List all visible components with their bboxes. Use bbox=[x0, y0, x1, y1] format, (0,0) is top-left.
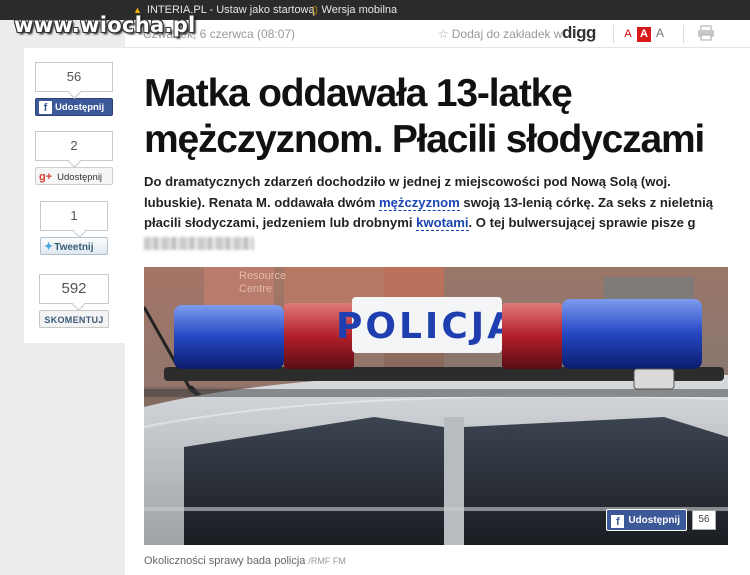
caption-text: Okoliczności sprawy bada policja bbox=[144, 555, 306, 567]
share-sidebar: 56 f Udostępnij 2 g+ Udostępnij 1 ✦Tweetni… bbox=[24, 48, 125, 343]
font-size-medium-button[interactable]: A bbox=[637, 27, 651, 42]
bookmark-label: Dodaj do zakładek w bbox=[451, 27, 563, 41]
google-share-count: 2 bbox=[35, 131, 113, 161]
comment-count: 592 bbox=[39, 274, 109, 304]
article-photo: Resource Centre POLICJA f Udostępnij 56 bbox=[144, 267, 728, 545]
facebook-share: 56 f Udostępnij bbox=[35, 62, 113, 116]
watermark: www.wiocha.pl bbox=[14, 13, 196, 37]
google-plus-share-button[interactable]: g+ Udostępnij bbox=[35, 167, 113, 185]
facebook-icon: f bbox=[39, 101, 52, 114]
police-sign-text: POLICJA bbox=[336, 306, 518, 347]
twitter-share: 1 ✦Tweetnij bbox=[40, 201, 108, 255]
mobile-version-link[interactable]: ▯ Wersja mobilna bbox=[312, 0, 397, 21]
phone-icon: ▯ bbox=[312, 5, 318, 16]
bookmark-link[interactable]: ☆ Dodaj do zakładek w bbox=[438, 27, 563, 41]
google-share-label: Udostępnij bbox=[57, 172, 103, 183]
photo-share-widget: f Udostępnij 56 bbox=[606, 508, 716, 532]
star-icon: ☆ bbox=[438, 27, 449, 41]
print-icon[interactable] bbox=[697, 25, 715, 41]
facebook-share-count: 56 bbox=[35, 62, 113, 92]
facebook-share-button[interactable]: f Udostępnij bbox=[35, 98, 113, 116]
digg-logo-text: digg bbox=[562, 23, 596, 42]
photo-caption: Okoliczności sprawy bada policja/RMF FM bbox=[144, 555, 346, 567]
photo-facebook-share-button[interactable]: f Udostępnij bbox=[606, 509, 687, 531]
google-plus-icon: g+ bbox=[39, 171, 53, 183]
article: Matka oddawała 13-latkę mężczyznom. Płac… bbox=[125, 48, 750, 575]
blurred-source-text bbox=[144, 236, 254, 250]
mobile-version-label[interactable]: Wersja mobilna bbox=[322, 4, 398, 16]
comment-button[interactable]: SKOMENTUJ bbox=[39, 310, 109, 328]
keyword-link-men[interactable]: mężczyznom bbox=[379, 194, 460, 211]
comments-share: 592 SKOMENTUJ bbox=[39, 274, 109, 328]
photo-background-sign-text: Centre bbox=[239, 283, 272, 295]
lead-text-3: . O tej bulwersującej sprawie pisze g bbox=[468, 215, 696, 230]
facebook-share-label: Udostępnij bbox=[55, 102, 105, 113]
digg-logo[interactable]: digg bbox=[562, 23, 596, 43]
font-size-large-button[interactable]: A bbox=[653, 26, 667, 41]
facebook-icon: f bbox=[611, 515, 625, 528]
article-meta-bar: Czwartek, 6 czerwca (08:07) ☆ Dodaj do za… bbox=[125, 20, 750, 48]
twitter-bird-icon: ✦ bbox=[44, 241, 54, 253]
tweet-button[interactable]: ✦Tweetnij bbox=[40, 237, 108, 255]
font-size-small-button[interactable]: A bbox=[621, 27, 635, 42]
twitter-share-count: 1 bbox=[40, 201, 108, 231]
divider bbox=[613, 25, 614, 43]
page: ▲ INTERIA.PL - Ustaw jako startową ▯ Wersj… bbox=[0, 0, 750, 575]
caption-source: /RMF FM bbox=[308, 556, 346, 566]
font-size-controls: AAA bbox=[621, 26, 669, 42]
tweet-label: Tweetnij bbox=[54, 242, 94, 253]
article-lead: Do dramatycznych zdarzeń dochodziło w je… bbox=[144, 172, 724, 254]
divider bbox=[683, 25, 684, 43]
keyword-link-amounts[interactable]: kwotami bbox=[416, 215, 469, 231]
police-car-photo: Resource Centre POLICJA bbox=[144, 267, 728, 545]
google-share: 2 g+ Udostępnij bbox=[35, 131, 113, 185]
photo-share-label: Udostępnij bbox=[628, 515, 680, 526]
photo-share-count: 56 bbox=[692, 510, 716, 530]
article-title: Matka oddawała 13-latkę mężczyznom. Płac… bbox=[144, 72, 705, 161]
photo-background-sign-text: Resource bbox=[239, 270, 286, 282]
